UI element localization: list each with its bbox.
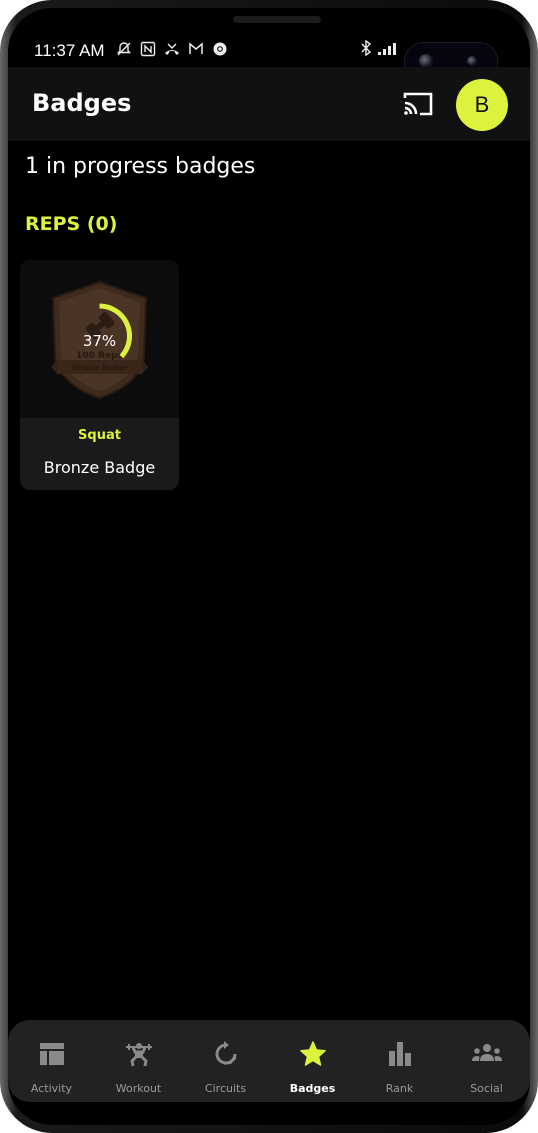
nav-label: Social: [470, 1082, 503, 1095]
nav-item-badges[interactable]: Badges: [269, 1020, 356, 1102]
nav-item-circuits[interactable]: Circuits: [182, 1020, 269, 1102]
gmail-icon: [188, 41, 204, 61]
nav-label: Activity: [30, 1082, 73, 1095]
avatar[interactable]: B: [456, 79, 508, 131]
camera-lens: [467, 56, 477, 66]
badge-target-text: 100 Reps: [76, 351, 123, 361]
missed-call-icon: [164, 41, 180, 61]
badge-exercise: Squat: [78, 428, 121, 443]
bluetooth-icon: [360, 39, 372, 60]
group-icon: [471, 1044, 502, 1061]
dashboard-icon: [39, 1043, 64, 1065]
screen: 11:37 AM Badges B 1 in progress badges R…: [8, 8, 530, 1125]
star-icon: [299, 1041, 326, 1066]
nav-label: Workout: [115, 1082, 162, 1095]
speaker-grille: [233, 16, 321, 23]
nfc-icon: [140, 41, 156, 61]
app-bar: Badges B: [8, 67, 530, 141]
category-heading: REPS (0): [25, 213, 118, 235]
nav-label: Rank: [385, 1082, 414, 1095]
badge-progress-text: 37%: [83, 332, 116, 350]
nav-item-workout[interactable]: Workout: [95, 1020, 182, 1102]
signal-icon: [378, 41, 400, 59]
nav-item-rank[interactable]: Rank: [356, 1020, 443, 1102]
badge-card[interactable]: 100 Reps Bronze Badge 37% Squat Bronze B…: [20, 260, 179, 490]
cast-button[interactable]: [402, 91, 434, 117]
cast-icon: [403, 92, 433, 116]
phone-frame: 11:37 AM Badges B 1 in progress badges R…: [0, 0, 538, 1133]
shield-badge-icon: 100 Reps Bronze Badge 37%: [51, 280, 148, 400]
chrome-icon: [212, 41, 228, 61]
notification-icons: [116, 41, 228, 61]
in-progress-summary: 1 in progress badges: [25, 154, 256, 179]
badge-image: 100 Reps Bronze Badge 37%: [20, 260, 179, 418]
camera-lens: [419, 54, 433, 68]
bottom-navigation: Activity Workout Circuits Badges Rank So…: [8, 1020, 530, 1102]
nav-label: Badges: [289, 1082, 336, 1095]
badge-ribbon-text: Bronze Badge: [72, 363, 127, 372]
badge-name: Bronze Badge: [43, 458, 156, 477]
mute-icon: [116, 41, 132, 61]
weightlifter-icon: [125, 1043, 152, 1067]
page-title: Badges: [32, 89, 132, 117]
nav-label: Circuits: [204, 1082, 247, 1095]
circular-arrow-icon: [215, 1041, 236, 1065]
nav-item-activity[interactable]: Activity: [8, 1020, 95, 1102]
bar-chart-icon: [388, 1042, 411, 1066]
system-icons: [360, 39, 400, 60]
status-time: 11:37 AM: [34, 41, 105, 60]
nav-item-social[interactable]: Social: [443, 1020, 530, 1102]
avatar-initial: B: [474, 92, 490, 117]
